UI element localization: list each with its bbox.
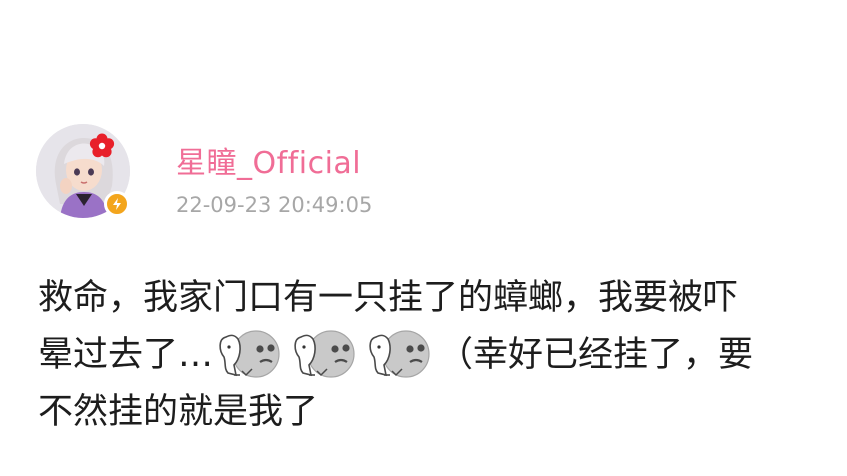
ghost-emoji-icon (216, 329, 282, 379)
ghost-emoji-icon (291, 329, 357, 379)
post-card: 星瞳_Official 22-09-23 20:49:05 救命，我家门口有一只… (0, 0, 847, 476)
author-name[interactable]: 星瞳_Official (176, 138, 361, 182)
lightning-badge-icon (104, 191, 130, 217)
ghost-emoji-icon (366, 329, 432, 379)
content-text: （幸好已经挂了，要 (438, 335, 754, 375)
content-line-2: 晕过去了… （幸好已经挂了，要 (38, 327, 838, 384)
post-timestamp: 22-09-23 20:49:05 (176, 193, 373, 217)
post-content: 救命，我家门口有一只挂了的蟑螂，我要被吓 晕过去了… （幸好已经挂了，要 不然挂… (38, 270, 838, 441)
content-line-3: 不然挂的就是我了 (38, 392, 319, 432)
content-text: 晕过去了… (38, 335, 214, 375)
content-line-1: 救命，我家门口有一只挂了的蟑螂，我要被吓 (38, 278, 739, 318)
